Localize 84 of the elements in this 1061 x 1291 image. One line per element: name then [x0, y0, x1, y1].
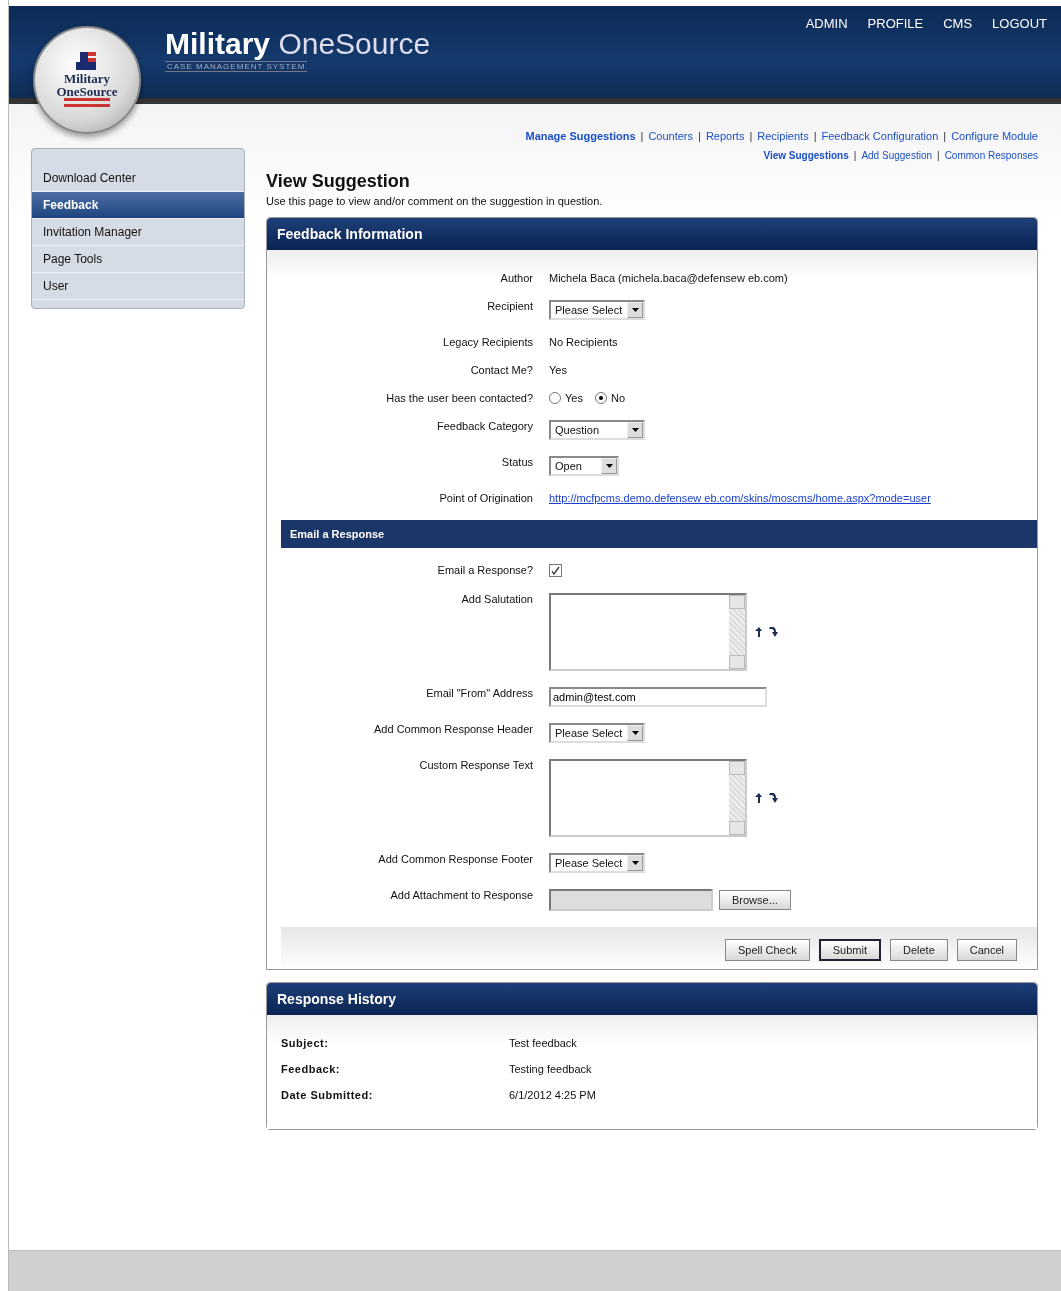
field-label: Has the user been contacted?	[385, 392, 533, 404]
field-label: Feedback Category	[436, 420, 533, 432]
field-label: Status	[500, 456, 533, 468]
nav-link[interactable]: Add Suggestion	[861, 150, 932, 161]
caret-icon	[627, 725, 643, 741]
field-label: Contact Me?	[469, 364, 533, 376]
action-button[interactable]: Delete	[889, 939, 948, 961]
text-area[interactable]	[549, 593, 747, 671]
dropdown[interactable]: Open	[549, 456, 619, 476]
panel-title: Feedback Information	[267, 218, 1037, 250]
field-label: Author	[499, 272, 533, 284]
nav-link[interactable]: Counters	[648, 130, 694, 142]
field-label: Custom Response Text	[418, 759, 533, 771]
dropdown[interactable]: Please Select	[549, 723, 645, 743]
top-link[interactable]: CMS	[943, 16, 973, 31]
sidebar-item[interactable]: User	[32, 273, 244, 300]
separator: |	[640, 130, 644, 142]
page-title: View Suggestion	[266, 171, 411, 192]
separator: |	[813, 130, 817, 142]
checkbox[interactable]	[549, 564, 562, 577]
radio-button[interactable]	[594, 392, 607, 404]
history-label: Date Submitted:	[281, 1089, 374, 1101]
dropdown[interactable]: Question	[549, 420, 645, 440]
field-label: Add Common Response Header	[373, 723, 533, 735]
field-label: Legacy Recipients	[442, 336, 533, 348]
nav-link[interactable]: Common Responses	[944, 150, 1038, 161]
dropdown[interactable]: Please Select	[549, 853, 645, 873]
nav-link[interactable]: Manage Suggestions	[525, 130, 636, 142]
nav-link[interactable]: Feedback Configuration	[821, 130, 939, 142]
section-title: Email a Response	[281, 520, 1037, 548]
caret-icon	[627, 302, 643, 318]
field-label: Email "From" Address	[425, 687, 533, 699]
nav-link[interactable]: View Suggestions	[763, 150, 849, 161]
logo-text: Military OneSource	[56, 72, 118, 98]
separator: |	[698, 130, 701, 142]
action-button[interactable]: Spell Check	[725, 939, 810, 961]
caret-icon	[601, 458, 617, 474]
undo-redo-icon[interactable]	[753, 792, 779, 804]
field-label: Add Attachment to Response	[389, 889, 533, 901]
caret-icon	[627, 422, 643, 438]
undo-redo-icon[interactable]	[753, 626, 779, 638]
nav-link[interactable]: Reports	[705, 130, 745, 142]
history-label: Feedback:	[281, 1063, 341, 1075]
stripes-icon	[64, 98, 110, 108]
field-label: Recipient	[486, 300, 533, 312]
origin-link[interactable]: http://mcfpcms.demo.defensew eb.com/skins/moscms/home.aspx?mode=user	[549, 492, 931, 504]
page-description: Use this page to view and/or comment on the suggestion in question.	[266, 195, 604, 207]
sidebar-item[interactable]: Feedback	[32, 192, 244, 219]
action-button[interactable]: Cancel	[956, 939, 1017, 961]
top-link[interactable]: PROFILE	[867, 16, 924, 31]
history-label: Subject:	[281, 1037, 330, 1049]
separator: |	[937, 150, 940, 161]
radio-button[interactable]	[549, 392, 561, 404]
dropdown[interactable]: Please Select	[549, 300, 645, 320]
field-label: Add Common Response Footer	[377, 853, 533, 865]
field-label: Add Salutation	[460, 593, 533, 605]
action-button[interactable]: Submit	[818, 939, 881, 961]
panel-title: Response History	[267, 983, 1037, 1015]
history-value: 6/1/2012 4:25 PM	[509, 1089, 597, 1101]
field-label: Email a Response?	[436, 564, 533, 576]
top-link[interactable]: LOGOUT	[992, 16, 1047, 31]
field-value: No Recipients	[549, 336, 618, 348]
radio-label: No	[610, 392, 625, 404]
sidebar-item[interactable]: Invitation Manager	[32, 219, 244, 246]
field-value: Michela Baca (michela.baca@defensew eb.com)	[549, 272, 788, 284]
top-link[interactable]: ADMIN	[805, 16, 848, 31]
history-value: Test feedback	[509, 1037, 578, 1049]
caret-icon	[627, 855, 643, 871]
file-field[interactable]	[549, 889, 713, 911]
email-field[interactable]: admin@test.com	[549, 687, 767, 707]
field-value: Yes	[549, 364, 567, 376]
separator: |	[853, 150, 857, 161]
radio-label: Yes	[565, 392, 583, 404]
separator: |	[943, 130, 947, 142]
field-label: Point of Origination	[438, 492, 533, 504]
nav-link[interactable]: Configure Module	[951, 130, 1038, 142]
history-value: Testing feedback	[509, 1063, 593, 1075]
brand-name: Military OneSource	[165, 26, 431, 61]
brand-subtitle: CASE MANAGEMENT SYSTEM	[165, 60, 308, 72]
nav-link[interactable]: Recipients	[757, 130, 809, 142]
browse-button[interactable]: Browse...	[719, 890, 791, 910]
sidebar-item[interactable]: Page Tools	[32, 246, 244, 273]
separator: |	[749, 130, 753, 142]
text-area[interactable]	[549, 759, 747, 837]
